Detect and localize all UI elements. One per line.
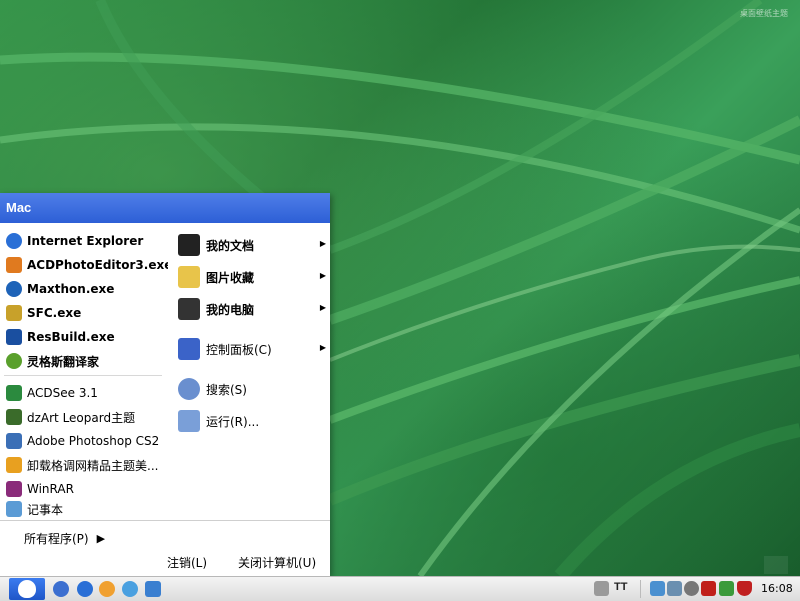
program-maxthon[interactable]: Maxthon.exe — [6, 278, 114, 300]
all-programs-label: 所有程序(P) — [24, 532, 89, 546]
start-menu-footer-divider — [0, 520, 330, 521]
place-run[interactable]: 运行(R)... — [178, 409, 328, 433]
taskbar: TT 16:08 — [0, 576, 800, 601]
messenger-icon[interactable] — [122, 581, 138, 597]
program-resbuild[interactable]: ResBuild.exe — [6, 326, 115, 348]
ie-quicklaunch-icon[interactable] — [77, 581, 93, 597]
logoff-button[interactable]: 注销(L) — [167, 554, 207, 571]
qq-icon[interactable] — [99, 581, 115, 597]
network-icon[interactable] — [667, 581, 682, 596]
acdsee-icon — [6, 385, 22, 401]
language-bar-icon[interactable] — [650, 581, 665, 596]
start-menu-programs: Internet Explorer ACDPhotoEditor3.exe Ma… — [0, 223, 172, 517]
submenu-arrow-icon: ▶ — [319, 239, 326, 248]
place-search[interactable]: 搜索(S) — [178, 377, 328, 401]
ie-icon — [6, 233, 22, 249]
photoshop-icon — [6, 433, 22, 449]
winrar-icon — [6, 481, 22, 497]
dzart-icon — [6, 409, 22, 425]
program-internet-explorer[interactable]: Internet Explorer — [6, 230, 143, 252]
tray-divider — [640, 580, 641, 598]
start-menu-places: 我的文档 ▶ 图片收藏 ▶ 我的电脑 ▶ 控制面板(C) ▶ 搜索(S) 运行(… — [168, 223, 330, 513]
my-computer-icon — [178, 298, 200, 320]
program-acd-photo-editor[interactable]: ACDPhotoEditor3.exe — [6, 254, 172, 276]
shield-icon[interactable] — [737, 581, 752, 596]
clock[interactable]: 16:08 — [761, 582, 793, 595]
place-my-documents[interactable]: 我的文档 ▶ — [178, 233, 328, 257]
uninstall-icon — [6, 457, 22, 473]
volume-icon[interactable] — [684, 581, 699, 596]
program-sfc[interactable]: SFC.exe — [6, 302, 81, 324]
submenu-arrow-icon: ▶ — [319, 271, 326, 280]
program-uninstall-theme[interactable]: 卸载格调网精品主题美... — [6, 454, 158, 476]
all-programs-button[interactable]: 所有程序(P) ▶ — [24, 530, 105, 547]
place-control-panel[interactable]: 控制面板(C) ▶ — [178, 337, 328, 361]
submenu-arrow-icon: ▶ — [319, 343, 326, 352]
font-tray-text[interactable]: TT — [614, 581, 627, 593]
search-icon — [178, 378, 200, 400]
lingoes-icon — [6, 353, 22, 369]
resbuild-icon — [6, 329, 22, 345]
maxthon-icon — [6, 281, 22, 297]
antivirus-icon[interactable] — [701, 581, 716, 596]
my-pictures-icon — [178, 266, 200, 288]
run-icon — [178, 410, 200, 432]
my-documents-icon — [178, 234, 200, 256]
program-acdsee[interactable]: ACDSee 3.1 — [6, 382, 98, 404]
acd-photo-editor-icon — [6, 257, 22, 273]
program-notepad[interactable]: 记事本 — [6, 501, 63, 517]
wallpaper-watermark: 桌面壁纸主题 — [740, 9, 788, 18]
place-my-computer[interactable]: 我的电脑 ▶ — [178, 297, 328, 321]
apple-logo-icon — [18, 580, 36, 598]
corner-logo — [764, 556, 788, 574]
programs-divider — [4, 375, 162, 376]
start-button[interactable] — [9, 578, 45, 600]
start-menu-user: Mac — [0, 193, 330, 223]
notepad-icon — [6, 501, 22, 517]
program-lingoes[interactable]: 灵格斯翻译家 — [6, 350, 99, 372]
control-panel-icon — [178, 338, 200, 360]
program-photoshop[interactable]: Adobe Photoshop CS2 — [6, 430, 159, 452]
program-dzart-leopard[interactable]: dzArt Leopard主题 — [6, 406, 135, 428]
start-menu: Mac Internet Explorer ACDPhotoEditor3.ex… — [0, 193, 330, 576]
submenu-arrow-icon: ▶ — [319, 303, 326, 312]
media-player-icon[interactable] — [53, 581, 69, 597]
sfc-icon — [6, 305, 22, 321]
keyboard-icon[interactable] — [594, 581, 609, 596]
program-winrar[interactable]: WinRAR — [6, 478, 74, 500]
green-app-icon[interactable] — [719, 581, 734, 596]
place-my-pictures[interactable]: 图片收藏 ▶ — [178, 265, 328, 289]
settings-icon[interactable] — [145, 581, 161, 597]
shutdown-button[interactable]: 关闭计算机(U) — [238, 554, 316, 571]
all-programs-arrow-icon: ▶ — [96, 532, 106, 545]
